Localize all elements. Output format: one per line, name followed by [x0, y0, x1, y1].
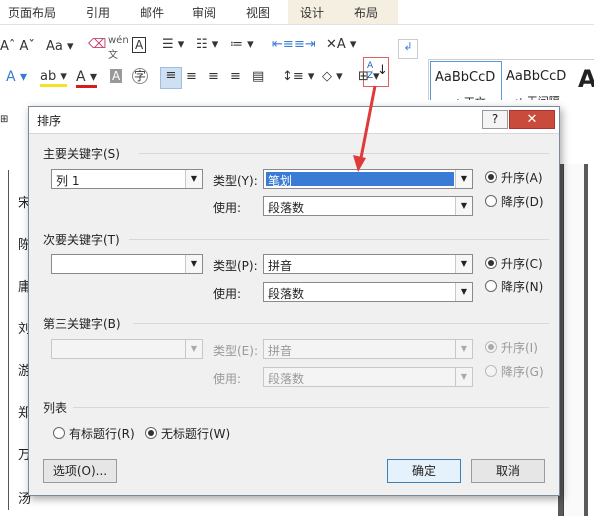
arrow-head [353, 155, 366, 172]
annotation-arrow [353, 85, 377, 172]
arrow-shaft [358, 85, 377, 164]
